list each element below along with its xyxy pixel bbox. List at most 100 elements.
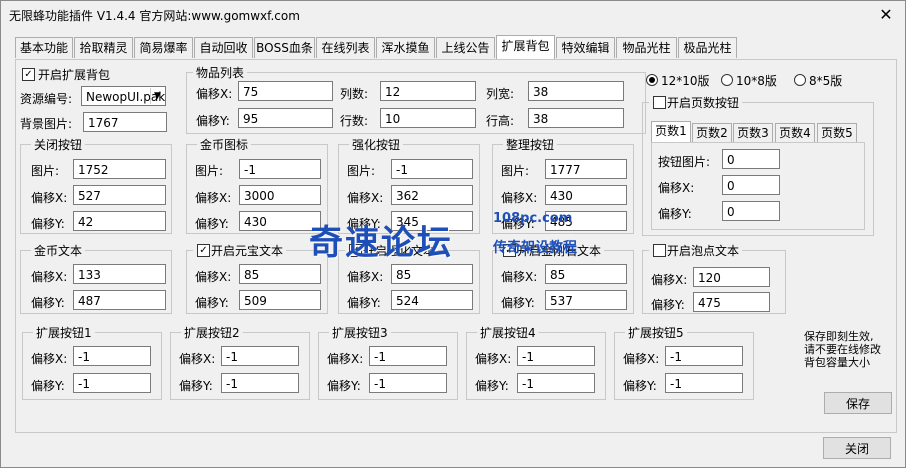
page-buttons-checkbox[interactable] [653, 96, 666, 109]
ext1-offset-x-input[interactable]: -1 [73, 346, 151, 366]
ext2-offset-y-input[interactable]: -1 [221, 373, 299, 393]
ext4-offset-x-input[interactable]: -1 [517, 346, 595, 366]
ext4-offset-y-input[interactable]: -1 [517, 373, 595, 393]
bubble-offset-x-input[interactable]: 120 [693, 267, 770, 287]
gold-text-offset-x-input[interactable]: 133 [73, 264, 166, 284]
enable-bag-checkbox[interactable]: ✓ [22, 68, 35, 81]
layout-10x8-radio[interactable] [721, 74, 733, 86]
tab-droprate[interactable]: 简易爆率 [134, 37, 193, 58]
offset-y-label: 偏移Y: [179, 379, 213, 393]
ext2-offset-x-input[interactable]: -1 [221, 346, 299, 366]
offset-y-label: 偏移Y: [327, 379, 361, 393]
sort-img-input[interactable]: 1777 [545, 159, 627, 179]
note-line-1: 保存即刻生效, [804, 330, 874, 343]
img-label: 图片: [195, 164, 224, 178]
ext-button-5-group: 扩展按钮5 偏移X: -1 偏移Y: -1 [614, 324, 754, 400]
enhance-offset-x-input[interactable]: 362 [391, 185, 473, 205]
bg-image-input[interactable]: 1767 [83, 112, 167, 132]
watermark-sub: 传奇架设教程 [493, 240, 577, 256]
yuanbao-offset-y-input[interactable]: 509 [239, 290, 321, 310]
tab-boss-hp[interactable]: BOSS血条 [254, 37, 315, 58]
enhance-img-input[interactable]: -1 [391, 159, 473, 179]
title-bar: 无限蜂功能插件 V1.4.4 官方网站:www.gomwxf.com ✕ [1, 1, 905, 29]
offset-x-label: 偏移X: [347, 191, 384, 205]
offset-y-label: 偏移Y: [658, 207, 692, 221]
tab-login-notice[interactable]: 上线公告 [436, 37, 495, 58]
tab-page-5[interactable]: 页数5 [817, 123, 857, 142]
offset-x-label: 偏移X: [179, 352, 216, 366]
gold-offset-x-input[interactable]: 3000 [239, 185, 321, 205]
watermark-main: 奇速论坛 [309, 223, 453, 263]
page-btn-offset-x-input[interactable]: 0 [722, 175, 780, 195]
gold-text-offset-y-input[interactable]: 487 [73, 290, 166, 310]
gold-img-input[interactable]: -1 [239, 159, 321, 179]
page-btn-img-input[interactable]: 0 [722, 149, 780, 169]
layout-12x10-radio[interactable] [646, 74, 658, 86]
row-height-label: 行高: [486, 114, 515, 128]
col-width-input[interactable]: 38 [528, 81, 624, 101]
tab-pickup[interactable]: 拾取精灵 [74, 37, 133, 58]
ext5-offset-y-input[interactable]: -1 [665, 373, 743, 393]
yuanbao-text-checkbox[interactable]: ✓ [197, 244, 210, 257]
tab-page-2[interactable]: 页数2 [692, 123, 732, 142]
tab-online-list[interactable]: 在线列表 [316, 37, 375, 58]
offset-x-label: 偏移X: [658, 181, 695, 195]
enable-bag-label: 开启扩展背包 [38, 68, 111, 82]
close-button[interactable]: 关闭 [823, 437, 891, 459]
col-width-label: 列宽: [486, 87, 515, 101]
item-list-title: 物品列表 [193, 64, 248, 81]
cols-label: 列数: [340, 87, 369, 101]
offset-x-label: 偏移X: [501, 191, 538, 205]
ext3-offset-y-input[interactable]: -1 [369, 373, 447, 393]
item-offset-y-input[interactable]: 95 [238, 108, 333, 128]
save-button[interactable]: 保存 [824, 392, 892, 414]
cols-input[interactable]: 12 [380, 81, 476, 101]
ext1-offset-y-input[interactable]: -1 [73, 373, 151, 393]
tab-fishing[interactable]: 浑水摸鱼 [376, 37, 435, 58]
close-img-input[interactable]: 1752 [73, 159, 166, 179]
page-btn-offset-y-input[interactable]: 0 [722, 201, 780, 221]
enhance-text-offset-y-input[interactable]: 524 [391, 290, 473, 310]
tab-extended-bag[interactable]: 扩展背包 [496, 35, 555, 59]
tab-recycle[interactable]: 自动回收 [194, 37, 253, 58]
tab-item-beam[interactable]: 物品光柱 [616, 37, 677, 58]
diamond-offset-y-input[interactable]: 537 [545, 290, 627, 310]
sort-offset-x-input[interactable]: 430 [545, 185, 627, 205]
tab-page-3[interactable]: 页数3 [733, 123, 773, 142]
row-height-input[interactable]: 38 [528, 108, 624, 128]
resource-select[interactable]: NewopUI.pak ▼ [81, 86, 166, 106]
bubble-offset-y-input[interactable]: 475 [693, 292, 770, 312]
group-title: 关闭按钮 [31, 136, 86, 153]
offset-y-label: 偏移Y: [347, 296, 381, 310]
offset-y-label: 偏移Y: [651, 298, 685, 312]
layout-8x5-radio[interactable] [794, 74, 806, 86]
ext-button-2-group: 扩展按钮2 偏移X: -1 偏移Y: -1 [170, 324, 310, 400]
group-title: 扩展按钮4 [477, 324, 539, 341]
ext5-offset-x-input[interactable]: -1 [665, 346, 743, 366]
close-offset-y-input[interactable]: 42 [73, 211, 166, 231]
tab-rare-beam[interactable]: 极品光柱 [678, 37, 737, 58]
item-offset-x-input[interactable]: 75 [238, 81, 333, 101]
item-offset-x-label: 偏移X: [196, 87, 233, 101]
group-title: 强化按钮 [349, 136, 404, 153]
tab-effect-edit[interactable]: 特效编辑 [556, 37, 615, 58]
tab-page-1[interactable]: 页数1 [651, 121, 691, 143]
yuanbao-text-group: 开启元宝文本 ✓ 偏移X: 85 偏移Y: 509 [186, 242, 328, 314]
group-title: 扩展按钮1 [33, 324, 95, 341]
bg-image-label: 背景图片: [20, 117, 73, 131]
rows-input[interactable]: 10 [380, 108, 476, 128]
close-offset-x-input[interactable]: 527 [73, 185, 166, 205]
offset-y-label: 偏移Y: [31, 379, 65, 393]
chevron-down-icon[interactable]: ▼ [150, 88, 164, 104]
tab-basic[interactable]: 基本功能 [15, 37, 73, 58]
close-icon[interactable]: ✕ [875, 5, 897, 25]
offset-x-label: 偏移X: [195, 270, 232, 284]
group-title: 金币文本 [31, 242, 86, 259]
group-title: 金币图标 [197, 136, 252, 153]
group-title: 扩展按钮3 [329, 324, 391, 341]
tab-page-4[interactable]: 页数4 [775, 123, 815, 142]
ext3-offset-x-input[interactable]: -1 [369, 346, 447, 366]
bubble-text-checkbox[interactable] [653, 244, 666, 257]
offset-x-label: 偏移X: [623, 352, 660, 366]
close-button-group: 关闭按钮 图片: 1752 偏移X: 527 偏移Y: 42 [20, 136, 172, 234]
